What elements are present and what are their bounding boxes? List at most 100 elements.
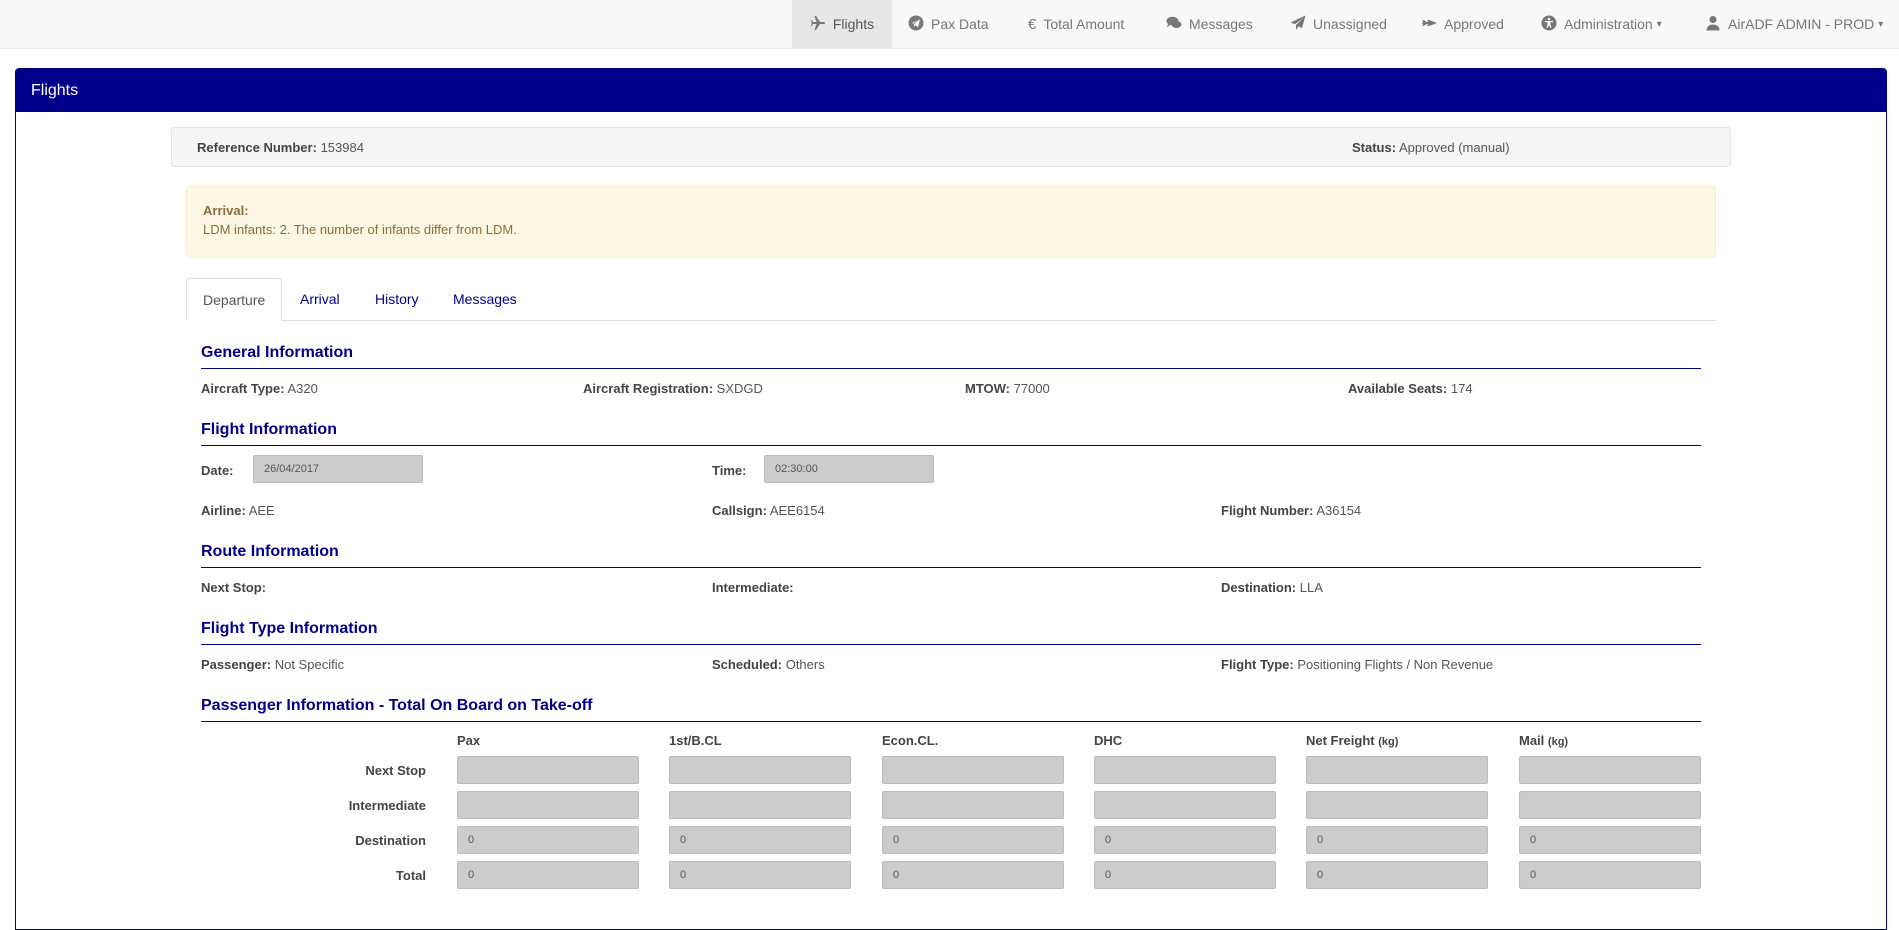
nav-pax-data[interactable]: Pax Data xyxy=(908,0,989,48)
flight-number-value: A36154 xyxy=(1316,503,1362,518)
aircraft-type-value: A320 xyxy=(287,381,318,396)
callsign-value: AEE6154 xyxy=(769,503,825,518)
first-business-input[interactable]: 0 xyxy=(669,861,851,889)
row-label-destination: Destination xyxy=(355,833,426,848)
column-header-unit: (kg) xyxy=(1547,736,1569,748)
column-header: Pax xyxy=(457,733,480,748)
mail-input[interactable] xyxy=(1519,791,1701,819)
column-header: Mail (kg) xyxy=(1519,733,1568,748)
nav-total-amount[interactable]: € Total Amount xyxy=(1028,0,1124,48)
send-icon xyxy=(1290,15,1313,34)
tab-departure[interactable]: Departure xyxy=(186,278,283,321)
column-header-label: Pax xyxy=(457,733,481,748)
nav-flights[interactable]: Flights xyxy=(792,0,892,48)
next-stop-label: Next Stop: xyxy=(201,580,266,595)
status: Status: Approved (manual) xyxy=(1352,140,1510,155)
top-navbar: Flights Pax Data € Total Amount Messages… xyxy=(0,0,1899,49)
flight-number-label: Flight Number: xyxy=(1221,503,1314,518)
nav-unassigned-label: Unassigned xyxy=(1313,16,1387,32)
date-label: Date: xyxy=(201,463,234,478)
passenger-information-title: Passenger Information - Total On Board o… xyxy=(201,697,1701,722)
dhc-input[interactable] xyxy=(1094,756,1276,784)
dhc-input[interactable]: 0 xyxy=(1094,861,1276,889)
nav-unassigned[interactable]: Unassigned xyxy=(1290,0,1387,48)
aircraft-type: Aircraft Type: A320 xyxy=(201,381,318,396)
nav-total-amount-label: Total Amount xyxy=(1043,16,1125,32)
column-header: Econ.CL. xyxy=(882,733,938,748)
net-freight-input[interactable]: 0 xyxy=(1306,826,1488,854)
warning-alert: Arrival: LDM infants: 2. The number of i… xyxy=(186,186,1716,258)
dhc-input[interactable] xyxy=(1094,791,1276,819)
time-input[interactable]: 02:30:00 xyxy=(764,455,934,483)
destination: Destination: LLA xyxy=(1221,580,1323,595)
alert-message: LDM infants: 2. The number of infants di… xyxy=(203,222,517,237)
nav-approved-label: Approved xyxy=(1444,16,1504,32)
column-header: 1st/B.CL xyxy=(669,733,722,748)
status-label: Status: xyxy=(1352,140,1397,155)
flight-number: Flight Number: A36154 xyxy=(1221,503,1361,518)
route-information-title: Route Information xyxy=(201,543,1701,568)
nav-pax-data-label: Pax Data xyxy=(931,16,989,32)
first-business-input[interactable]: 0 xyxy=(669,826,851,854)
nav-flights-label: Flights xyxy=(832,16,875,32)
net-freight-input[interactable]: 0 xyxy=(1306,861,1488,889)
first-business-input[interactable] xyxy=(669,756,851,784)
passenger-type: Passenger: Not Specific xyxy=(201,657,344,672)
destination-label: Destination: xyxy=(1221,580,1297,595)
column-header-unit: (kg) xyxy=(1378,736,1399,748)
tab-messages[interactable]: Messages xyxy=(437,278,533,320)
date-label-wrap: Date: xyxy=(201,463,234,478)
universal-access-icon xyxy=(1541,15,1564,34)
nav-messages[interactable]: Messages xyxy=(1166,0,1253,48)
economy-input[interactable] xyxy=(882,791,1064,819)
nav-messages-label: Messages xyxy=(1189,16,1253,32)
airline: Airline: AEE xyxy=(201,503,275,518)
reference-label: Reference Number: xyxy=(197,140,317,155)
fighter-jet-icon xyxy=(1421,15,1444,34)
tab-history[interactable]: History xyxy=(359,278,435,320)
economy-input[interactable]: 0 xyxy=(882,826,1064,854)
nav-approved[interactable]: Approved xyxy=(1421,0,1504,48)
row-label-total: Total xyxy=(395,868,426,883)
pax-input[interactable] xyxy=(457,756,639,784)
nav-user-label: AirADF ADMIN - PROD xyxy=(1728,16,1875,32)
economy-input[interactable] xyxy=(882,756,1064,784)
net-freight-input[interactable] xyxy=(1306,791,1488,819)
status-value: Approved (manual) xyxy=(1398,140,1510,155)
comments-icon xyxy=(1166,15,1189,34)
chevron-down-icon: ▾ xyxy=(1878,18,1884,30)
intermediate: Intermediate: xyxy=(712,580,794,595)
flight-information-title: Flight Information xyxy=(201,421,1701,446)
intermediate-label: Intermediate: xyxy=(712,580,794,595)
pax-input[interactable]: 0 xyxy=(457,861,639,889)
available-seats-label: Available Seats: xyxy=(1348,381,1448,396)
row-label-next-stop: Next Stop xyxy=(365,763,426,778)
pax-input[interactable] xyxy=(457,791,639,819)
mail-input[interactable]: 0 xyxy=(1519,826,1701,854)
callsign-label: Callsign: xyxy=(712,503,767,518)
scheduled-label: Scheduled: xyxy=(712,657,783,672)
paper-plane-icon xyxy=(908,15,931,34)
column-header-label: DHC xyxy=(1094,733,1123,748)
nav-administration[interactable]: Administration ▾ xyxy=(1541,0,1662,48)
flight-type-value: Positioning Flights / Non Revenue xyxy=(1297,657,1494,672)
column-header-label: Net Freight xyxy=(1306,733,1375,748)
mtow: MTOW: 77000 xyxy=(965,381,1050,396)
economy-input[interactable]: 0 xyxy=(882,861,1064,889)
mail-input[interactable] xyxy=(1519,756,1701,784)
callsign: Callsign: AEE6154 xyxy=(712,503,825,518)
dhc-input[interactable]: 0 xyxy=(1094,826,1276,854)
airline-label: Airline: xyxy=(201,503,246,518)
general-information-title: General Information xyxy=(201,344,1701,369)
pax-input[interactable]: 0 xyxy=(457,826,639,854)
net-freight-input[interactable] xyxy=(1306,756,1488,784)
date-input[interactable]: 26/04/2017 xyxy=(253,455,423,483)
row-label-intermediate: Intermediate xyxy=(348,798,426,813)
tab-arrival[interactable]: Arrival xyxy=(284,278,356,320)
column-header-label: 1st/B.CL xyxy=(669,733,722,748)
time-label: Time: xyxy=(712,463,747,478)
nav-user-menu[interactable]: AirADF ADMIN - PROD ▾ xyxy=(1705,0,1883,48)
available-seats: Available Seats: 174 xyxy=(1348,381,1473,396)
first-business-input[interactable] xyxy=(669,791,851,819)
mail-input[interactable]: 0 xyxy=(1519,861,1701,889)
